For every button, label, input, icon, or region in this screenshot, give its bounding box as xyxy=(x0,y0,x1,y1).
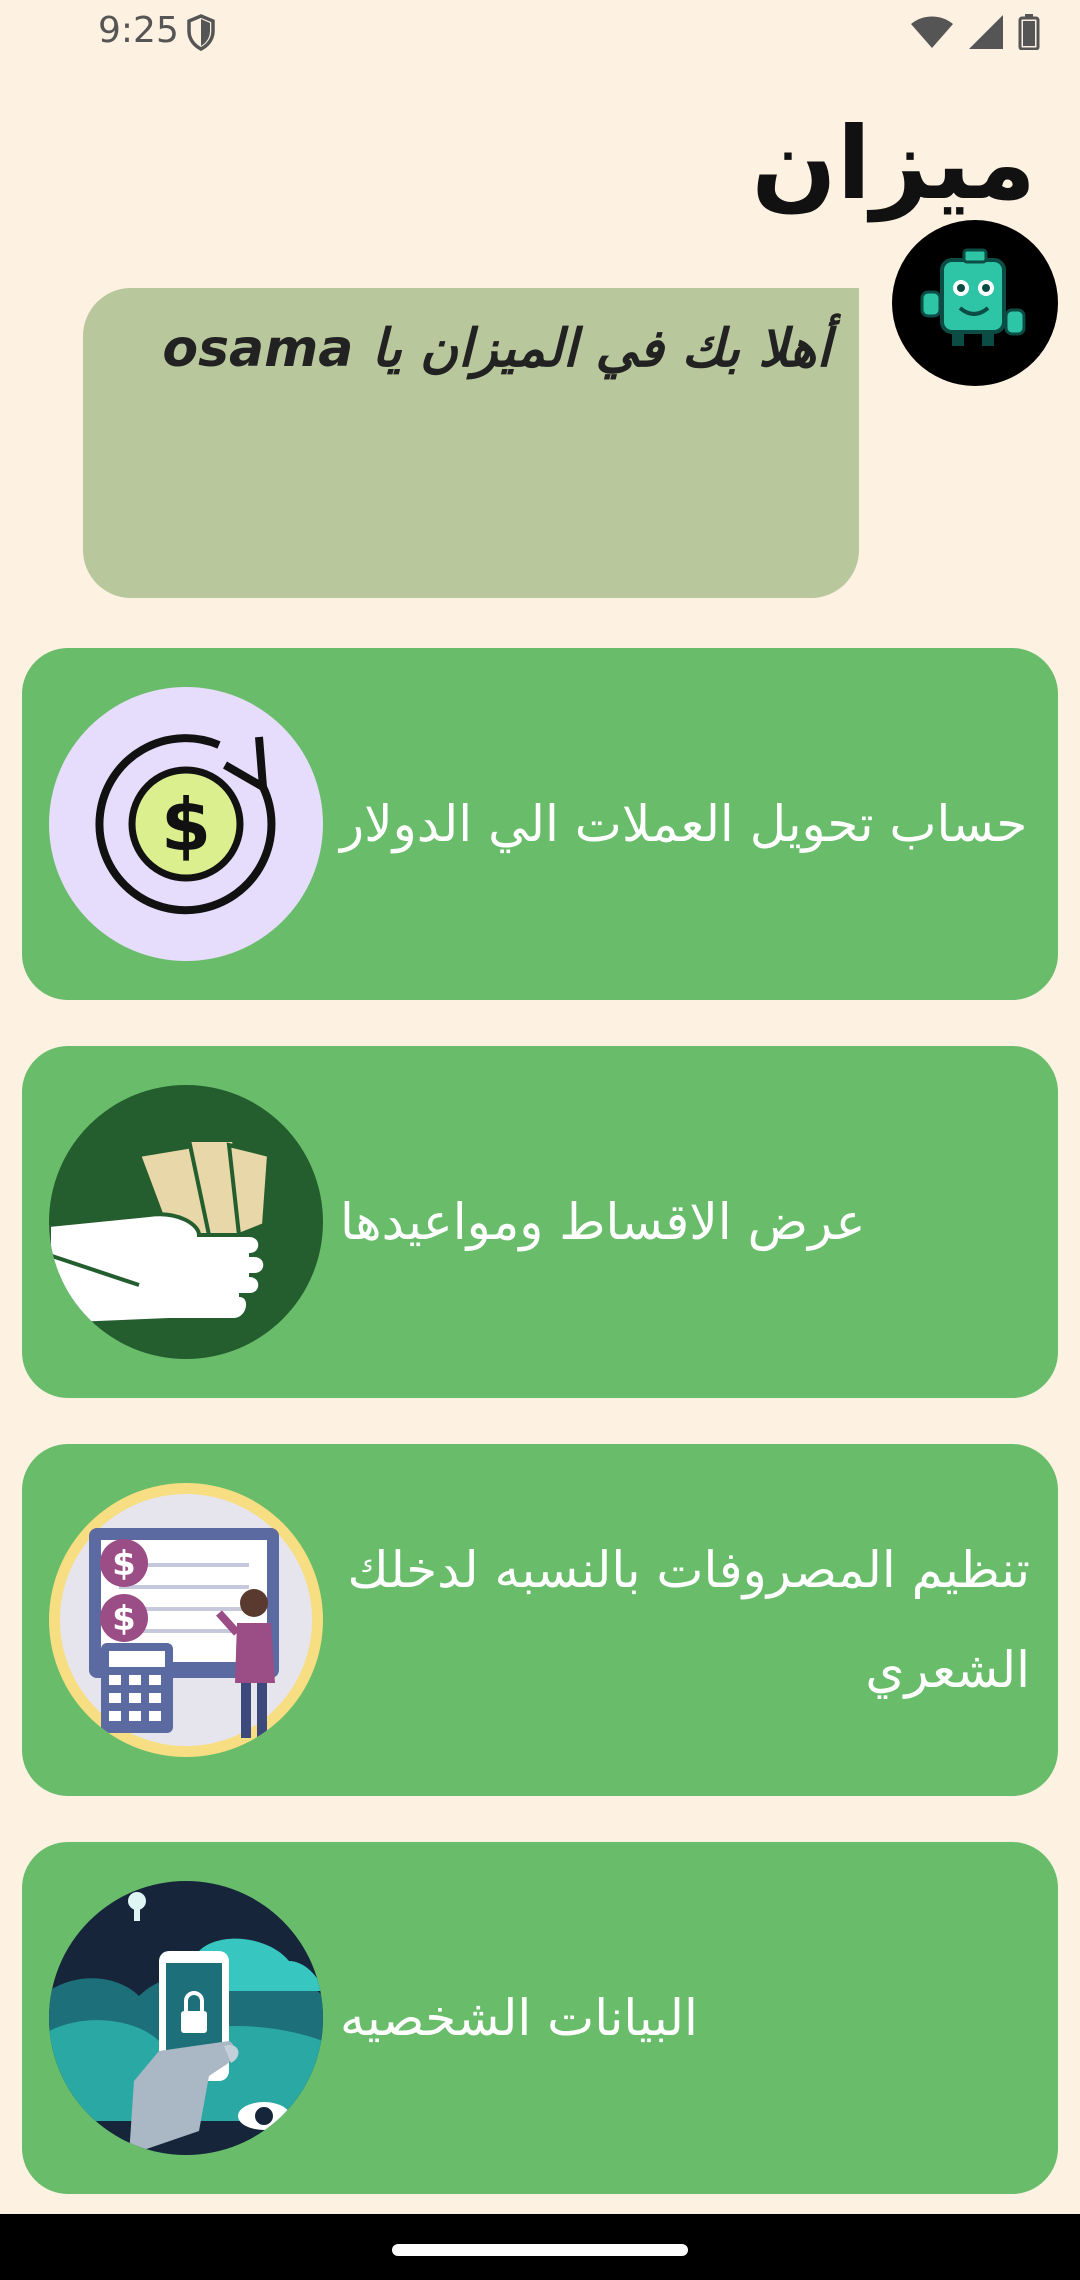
money-hand-icon xyxy=(49,1085,323,1359)
card-currency-converter[interactable]: حساب تحويل العملات الي الدولار $ xyxy=(22,648,1058,1000)
secure-phone-icon xyxy=(49,1881,323,2155)
card-label: تنظيم المصروفات بالنسبه لدخلك الشعري xyxy=(347,1541,1030,1699)
mascot-avatar[interactable] xyxy=(892,220,1058,386)
card-label: حساب تحويل العملات الي الدولار xyxy=(340,795,1028,853)
svg-text:$: $ xyxy=(112,1599,136,1639)
battery-icon xyxy=(1018,14,1040,50)
welcome-message-box: أهلا بك في الميزان يا osama xyxy=(83,288,859,598)
shield-icon xyxy=(187,14,215,51)
card-label: البيانات الشخصيه xyxy=(340,1989,698,2047)
status-time: 9:25 xyxy=(98,10,179,51)
welcome-text: أهلا بك في الميزان يا osama xyxy=(162,319,831,379)
card-installments[interactable]: عرض الاقساط ومواعيدها xyxy=(22,1046,1058,1398)
status-bar: 9:25 xyxy=(0,0,1080,66)
currency-exchange-icon: $ xyxy=(49,687,323,961)
expense-calculator-icon: $ $ xyxy=(49,1483,323,1757)
svg-text:$: $ xyxy=(112,1544,136,1584)
card-personal-data[interactable]: البيانات الشخصيه xyxy=(22,1842,1058,2194)
cellular-signal-icon xyxy=(969,15,1003,49)
robot-mascot-icon xyxy=(920,248,1026,346)
card-expense-planning[interactable]: تنظيم المصروفات بالنسبه لدخلك الشعري $ $ xyxy=(22,1444,1058,1796)
card-label: عرض الاقساط ومواعيدها xyxy=(340,1193,866,1251)
svg-text:$: $ xyxy=(161,783,211,867)
wifi-icon xyxy=(911,16,953,48)
navigation-bar xyxy=(0,2214,1080,2280)
home-gesture-handle[interactable] xyxy=(392,2244,688,2256)
app-title: ميزان xyxy=(751,105,1036,222)
